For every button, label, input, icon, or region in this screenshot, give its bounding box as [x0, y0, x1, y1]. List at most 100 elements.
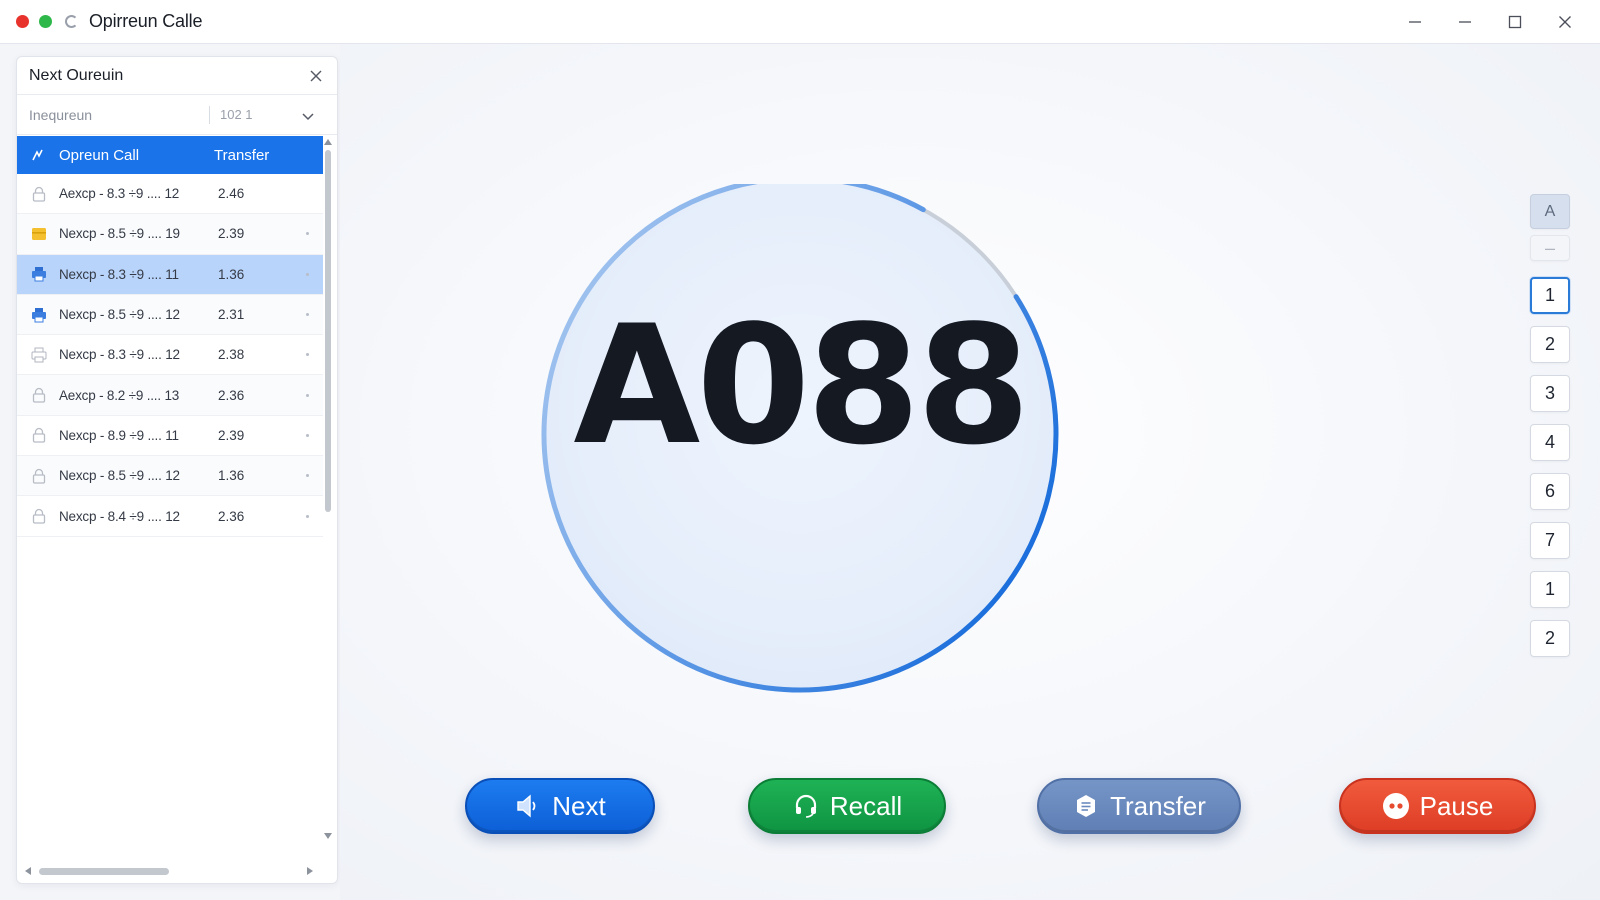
lock-icon: [31, 387, 47, 403]
table-row[interactable]: Nexcp - 8.3 ÷9 .... 12 2.38: [17, 335, 323, 376]
row-time: 2.36: [218, 387, 245, 403]
loading-icon: [65, 15, 78, 28]
table-row[interactable]: Aexcp - 8.3 ÷9 .... 12 2.46: [17, 174, 323, 215]
row-name: Nexcp - 8.5 ÷9 .... 12: [59, 307, 180, 323]
close-icon: [1559, 16, 1571, 28]
title-bar: Opirreun Calle: [0, 0, 1600, 44]
panel-header: Next Oureuin: [17, 57, 337, 95]
row-time: 2.46: [218, 186, 245, 202]
queue-filter[interactable]: 102 1: [17, 95, 337, 135]
horizontal-scrollbar[interactable]: [23, 865, 315, 877]
next-button-label: Next: [552, 790, 606, 821]
collapse-button[interactable]: [1390, 0, 1440, 44]
window-title: Opirreun Calle: [89, 11, 203, 31]
transfer-button-label: Transfer: [1110, 790, 1206, 821]
row-name: Aexcp - 8.2 ÷9 .... 13: [59, 387, 180, 403]
row-dot: [306, 433, 309, 437]
close-icon: [310, 70, 322, 81]
filter-divider: [209, 105, 210, 124]
row-name: Nexcp - 8.3 ÷9 .... 12: [59, 347, 180, 363]
scroll-down-arrow[interactable]: [324, 833, 332, 839]
table-row[interactable]: Nexcp - 8.4 ÷9 .... 12 2.36: [17, 496, 323, 537]
current-ticket-number: A088: [573, 290, 1030, 481]
transfer-button[interactable]: Transfer: [1037, 778, 1241, 834]
table-row[interactable]: Nexcp - 8.5 ÷9 .... 12 1.36: [17, 456, 323, 497]
call-icon: [32, 149, 43, 161]
row-name: Nexcp - 8.3 ÷9 .... 11: [59, 266, 179, 282]
table-row[interactable]: Nexcp - 8.3 ÷9 .... 11 1.36: [17, 254, 323, 295]
dropdown-chevron[interactable]: [301, 109, 315, 127]
row-time: 1.36: [218, 266, 245, 282]
horizontal-scroll-thumb[interactable]: [39, 868, 169, 875]
panel-close-button[interactable]: [307, 67, 325, 85]
message-icon: [1072, 792, 1100, 820]
lock-icon: [31, 427, 47, 444]
recall-button-label: Recall: [829, 790, 903, 821]
table-row[interactable]: Nexcp - 8.5 ÷9 .... 19 2.39: [17, 214, 323, 255]
row-name: Aexcp - 8.3 ÷9 .... 12: [59, 186, 180, 202]
row-time: 2.36: [218, 508, 245, 524]
queue-list: Opreun Call Transfer Aexcp - 8.3 ÷9 ....…: [17, 136, 323, 836]
lock-icon: [31, 508, 47, 524]
panel-title: Next Oureuin: [29, 66, 124, 84]
number-button[interactable]: 1: [1530, 277, 1570, 314]
row-name: Nexcp - 8.4 ÷9 .... 12: [59, 508, 180, 524]
row-dot: [306, 393, 309, 397]
printer-icon: [31, 347, 47, 363]
number-button[interactable]: 3: [1530, 375, 1570, 412]
main-display: A088 A – 1 2 3 4 6 7 1 2 Next Recall Transfer P…: [340, 44, 1600, 900]
queue-rows: Aexcp - 8.3 ÷9 .... 12 2.46 Nexcp - 8.5 ÷9…: [17, 174, 323, 537]
printer-icon-blue: [31, 266, 47, 282]
column-header-call[interactable]: Opreun Call: [59, 147, 214, 164]
scroll-right-arrow[interactable]: [307, 867, 313, 875]
row-dot: [306, 272, 309, 276]
table-row[interactable]: Nexcp - 8.9 ÷9 .... 11 2.39: [17, 416, 323, 457]
row-dot: [306, 353, 309, 357]
recall-button[interactable]: Recall: [748, 778, 946, 834]
maximize-icon: [1508, 15, 1522, 29]
next-button[interactable]: Next: [465, 778, 655, 834]
minimize-button[interactable]: [1440, 0, 1490, 44]
close-dot[interactable]: [16, 15, 29, 28]
scroll-left-arrow[interactable]: [25, 867, 31, 875]
separator-button[interactable]: –: [1530, 235, 1570, 261]
row-time: 2.39: [218, 427, 245, 443]
ticket-number-strip: A – 1 2 3 4 6 7 1 2: [1526, 194, 1574, 669]
number-button[interactable]: 2: [1530, 620, 1570, 657]
row-time: 2.39: [218, 226, 245, 242]
table-row[interactable]: Nexcp - 8.5 ÷9 .... 12 2.31: [17, 294, 323, 336]
column-header-transfer[interactable]: Transfer: [214, 147, 269, 164]
table-row[interactable]: Aexcp - 8.2 ÷9 .... 13 2.36: [17, 375, 323, 416]
row-name: Nexcp - 8.5 ÷9 .... 19: [59, 226, 180, 242]
row-time: 2.31: [218, 307, 245, 323]
printer-icon-blue: [31, 307, 47, 323]
speaker-icon: [514, 792, 542, 820]
number-button[interactable]: 4: [1530, 424, 1570, 461]
number-button[interactable]: 1: [1530, 571, 1570, 608]
close-window-button[interactable]: [1540, 0, 1590, 44]
headset-icon: [792, 792, 820, 820]
row-name: Nexcp - 8.5 ÷9 .... 12: [59, 468, 180, 484]
lock-icon: [31, 186, 47, 202]
vertical-scroll-thumb[interactable]: [325, 150, 331, 512]
minus-icon: [1409, 21, 1421, 23]
maximize-button[interactable]: [1490, 0, 1540, 44]
row-dot: [306, 514, 309, 518]
queue-filter-value: 102 1: [220, 107, 253, 122]
zoom-dot[interactable]: [39, 15, 52, 28]
scroll-up-arrow[interactable]: [324, 139, 332, 145]
number-button[interactable]: 7: [1530, 522, 1570, 559]
queue-filter-input[interactable]: [29, 106, 199, 123]
lock-icon: [31, 468, 47, 484]
number-button[interactable]: 6: [1530, 473, 1570, 510]
letter-button[interactable]: A: [1530, 194, 1570, 229]
window-controls: [1390, 0, 1590, 44]
queue-list-header: Opreun Call Transfer: [17, 136, 323, 174]
row-dot: [306, 474, 309, 478]
number-button[interactable]: 2: [1530, 326, 1570, 363]
vertical-scrollbar[interactable]: [323, 136, 333, 842]
traffic-lights: [16, 15, 52, 28]
folder-icon-yellow: [31, 226, 47, 242]
pause-button[interactable]: Pause: [1339, 778, 1536, 834]
queue-panel: Next Oureuin 102 1 Opreun Call Transfer …: [16, 56, 338, 884]
